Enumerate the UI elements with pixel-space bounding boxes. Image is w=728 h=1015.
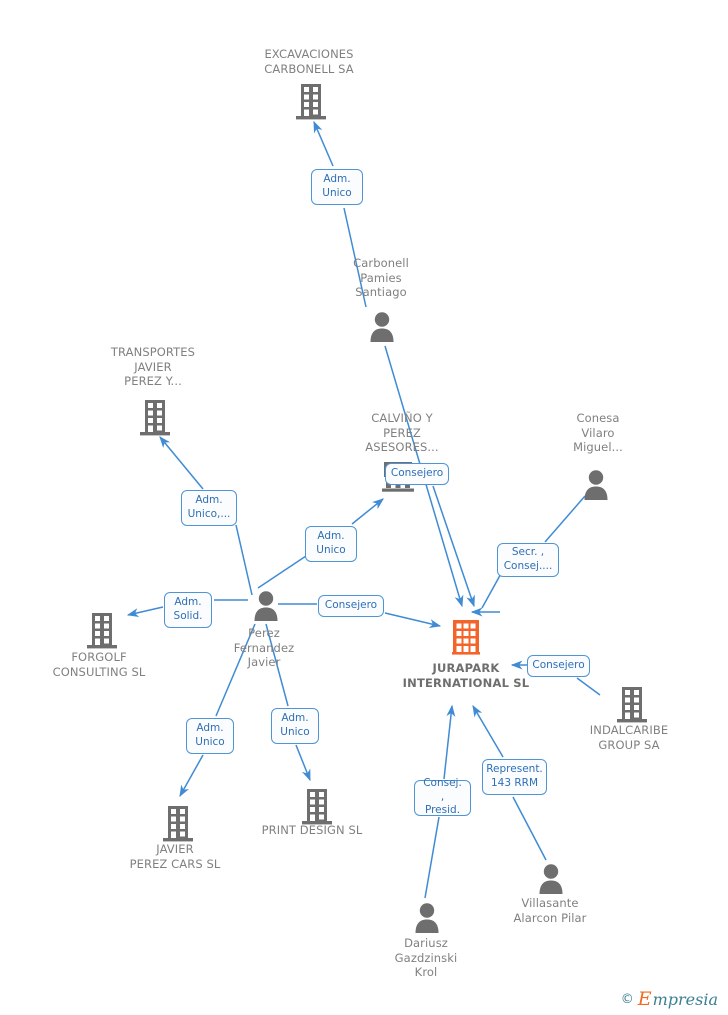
edge-perez-to-label-calvino — [257, 555, 307, 589]
relationship-graph — [126, 120, 601, 899]
edge-label-to-transportes — [159, 436, 204, 490]
node-icon-carbonell[interactable] — [368, 310, 396, 348]
empresia-watermark: © E mpresia — [621, 990, 718, 1009]
edge-perez-to-label-cars — [215, 623, 256, 717]
edge-label-to-print — [295, 744, 311, 782]
edge-label-perez-forgolf[interactable]: Adm. Solid. — [164, 592, 212, 628]
node-icon-javiercars[interactable] — [161, 804, 195, 848]
node-icon-excavaciones[interactable] — [294, 82, 328, 126]
edge-label-conesa-jurapark[interactable]: Secr. , Consej.... — [497, 543, 559, 577]
edge-label-to-forgolf — [126, 606, 164, 618]
node-icon-printdesign[interactable] — [300, 787, 334, 831]
edge-label-to-excavaciones — [313, 120, 334, 167]
edge-perez-to-label-print — [265, 623, 289, 707]
edge-label-carbonell-excavaciones[interactable]: Adm. Unico — [311, 169, 363, 205]
edge-label-dariusz-jurapark[interactable]: Consej. , Presid. — [414, 777, 471, 816]
edge-label-perez-printdesign[interactable]: Adm. Unico — [271, 708, 319, 744]
copyright-icon: © — [620, 992, 634, 1007]
edge-label-perez-transportes[interactable]: Adm. Unico,... — [181, 490, 237, 526]
edge-label-to-jurapark-dariusz — [443, 704, 456, 780]
edge-label-to-jurapark-villa — [472, 704, 504, 758]
edge-label-perez-calvino[interactable]: Adm. Unico — [305, 526, 357, 562]
node-icon-conesa[interactable] — [582, 468, 610, 506]
edge-perez-to-label-transportes — [235, 524, 253, 596]
edge-indalcaribe-to-label — [576, 677, 601, 696]
node-icon-perez[interactable] — [252, 589, 280, 627]
edge-label-perez-jurapark[interactable]: Consejero — [318, 595, 384, 617]
edge-label-calvino-jurapark[interactable]: Consejero — [385, 463, 449, 485]
node-icon-transportes[interactable] — [138, 398, 172, 442]
edge-label-villasante-jurapark[interactable]: Represent. 143 RRM — [482, 759, 547, 795]
node-icon-forgolf[interactable] — [85, 611, 119, 655]
edge-dariusz-to-label — [424, 816, 440, 899]
node-icon-indalcaribe[interactable] — [615, 685, 649, 729]
node-icon-jurapark[interactable] — [452, 620, 480, 660]
edge-label-to-cars — [179, 754, 204, 798]
edge-label-to-calvino — [351, 498, 384, 525]
node-icon-dariusz[interactable] — [413, 901, 441, 939]
edge-label-perez-javiercars[interactable]: Adm. Unico — [186, 718, 234, 754]
edge-label-to-jurapark-calvino — [432, 485, 475, 608]
edge-label-to-jurapark-perez — [384, 612, 442, 628]
empresia-logo-text: mpresia — [652, 989, 718, 1009]
edge-villasante-to-label — [512, 796, 547, 861]
edge-carbonell-to-label — [343, 207, 367, 308]
edge-conesa-to-label — [544, 495, 586, 543]
node-icon-villasante[interactable] — [537, 862, 565, 900]
empresia-logo-initial: E — [637, 988, 652, 1010]
edge-label-jurapark-indalcaribe[interactable]: Consejero — [527, 655, 590, 677]
